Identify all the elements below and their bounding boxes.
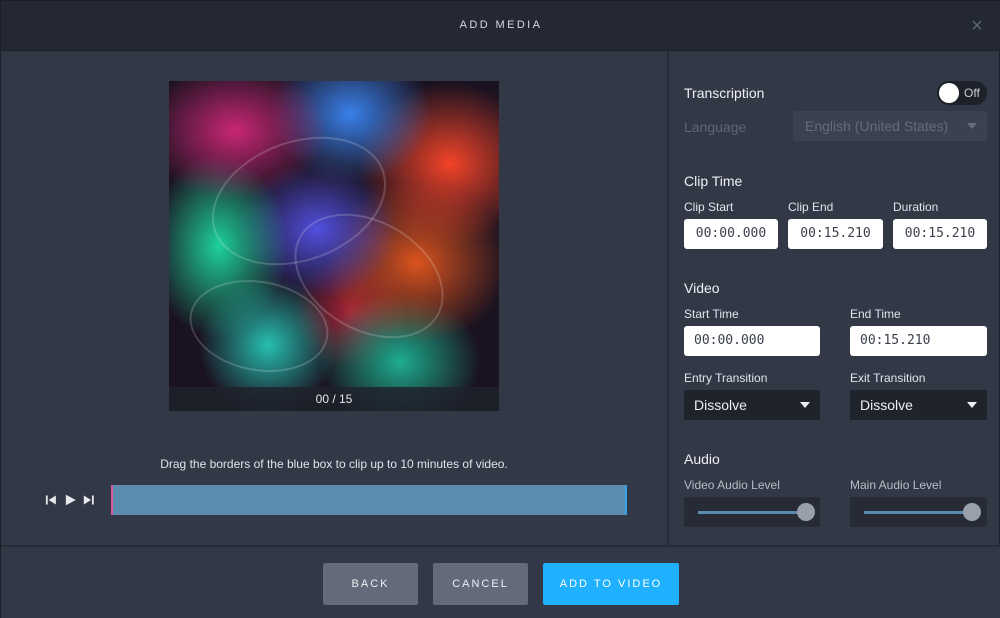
end-time-label: End Time	[850, 307, 901, 321]
language-label: Language	[684, 119, 747, 135]
exit-transition-value: Dissolve	[860, 397, 913, 413]
chevron-down-icon	[800, 402, 810, 408]
add-to-video-button[interactable]: ADD TO VIDEO	[543, 563, 679, 605]
back-button[interactable]: BACK	[323, 563, 418, 605]
dialog-footer: BACK CANCEL ADD TO VIDEO	[1, 545, 1000, 618]
video-end-input[interactable]: 00:15.210	[850, 326, 987, 356]
transcription-toggle[interactable]: Off	[937, 81, 987, 105]
chevron-down-icon	[967, 402, 977, 408]
preview-panel: 00 / 15 Drag the borders of the blue box…	[1, 51, 667, 545]
skip-back-icon[interactable]	[45, 493, 58, 507]
clip-end-label: Clip End	[788, 200, 834, 214]
main-audio-level-label: Main Audio Level	[850, 478, 942, 492]
slider-thumb[interactable]	[797, 503, 815, 521]
settings-panel: Transcription Off Language English (Unit…	[669, 51, 1000, 545]
video-audio-level-label: Video Audio Level	[684, 478, 780, 492]
dialog-title: ADD MEDIA	[459, 19, 543, 31]
cancel-button[interactable]: CANCEL	[433, 563, 528, 605]
skip-forward-icon[interactable]	[82, 493, 95, 507]
exit-transition-select[interactable]: Dissolve	[850, 390, 987, 420]
clip-time-heading: Clip Time	[684, 173, 743, 189]
clip-hint: Drag the borders of the blue box to clip…	[160, 457, 508, 471]
chevron-down-icon	[967, 123, 977, 129]
player-controls	[45, 492, 95, 508]
exit-transition-label: Exit Transition	[850, 371, 926, 385]
language-select: English (United States)	[793, 111, 987, 141]
clip-timeline[interactable]	[111, 485, 627, 515]
dialog-header: ADD MEDIA ×	[1, 1, 1000, 51]
slider-thumb[interactable]	[963, 503, 981, 521]
close-icon[interactable]: ×	[967, 15, 987, 37]
transcription-label: Transcription	[684, 85, 765, 101]
clip-start-input[interactable]: 00:00.000	[684, 219, 778, 249]
start-time-label: Start Time	[684, 307, 739, 321]
main-audio-level-slider[interactable]	[850, 497, 987, 527]
toggle-state-label: Off	[964, 86, 980, 100]
toggle-knob	[939, 83, 959, 103]
frame-counter: 00 / 15	[169, 387, 499, 411]
clip-end-input[interactable]: 00:15.210	[788, 219, 883, 249]
video-preview: 00 / 15	[169, 81, 499, 411]
video-heading: Video	[684, 280, 720, 296]
duration-input[interactable]: 00:15.210	[893, 219, 987, 249]
clip-start-label: Clip Start	[684, 200, 734, 214]
entry-transition-select[interactable]: Dissolve	[684, 390, 820, 420]
duration-label: Duration	[893, 200, 939, 214]
language-value: English (United States)	[805, 118, 949, 134]
video-start-input[interactable]: 00:00.000	[684, 326, 820, 356]
entry-transition-value: Dissolve	[694, 397, 747, 413]
add-media-dialog: ADD MEDIA × 00 / 15 Drag the borders of …	[0, 0, 1000, 618]
audio-heading: Audio	[684, 451, 720, 467]
slider-track	[698, 511, 806, 514]
play-icon[interactable]	[64, 493, 77, 507]
video-audio-level-slider[interactable]	[684, 497, 820, 527]
slider-track	[864, 511, 972, 514]
entry-transition-label: Entry Transition	[684, 371, 768, 385]
